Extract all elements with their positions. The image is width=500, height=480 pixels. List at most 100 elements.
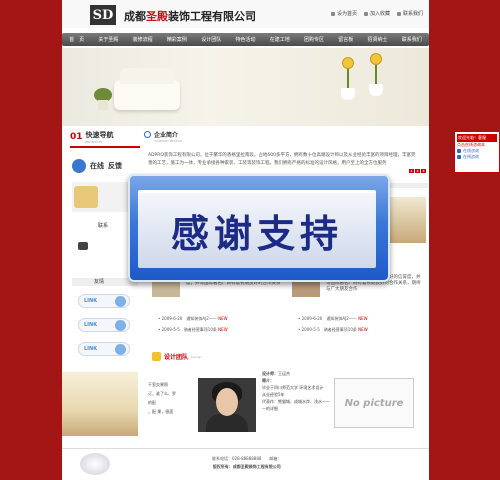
link-button[interactable]: LINK: [78, 318, 130, 332]
design-icon: [152, 352, 161, 361]
designer-info-value: 代表作：熊猫城、成城水岸、浅水——一的详细: [262, 399, 330, 411]
designer-photo[interactable]: [198, 378, 256, 432]
news-title: 通知装饰AJ2——: [326, 316, 357, 321]
footer-logo: [80, 453, 110, 475]
designer-info: 设计师：王运杰 简介： 毕业于四川师范大学 环境艺术设计 从业经验5年 代表作：…: [262, 370, 330, 412]
nav-item-process[interactable]: 装修流程: [133, 36, 153, 43]
list-item[interactable]: • 2009-5-5 骑者经营事项10条 NEW: [298, 324, 368, 335]
news-date: 2009-5-5: [161, 327, 180, 332]
about-title: 企业简介: [144, 130, 344, 139]
nav-item-about[interactable]: 关于圣殿: [98, 36, 118, 43]
float-item[interactable]: 在线咨询: [457, 154, 497, 160]
footer-text: 联系电话：028-88888888 邮箱： 版权所有：成都圣殿装饰工程有限公司: [212, 455, 281, 471]
top-links: 设为首页 加入收藏 联系我们: [330, 10, 423, 17]
link-bubble-icon: [115, 344, 126, 355]
banner-topiary-stem: [347, 68, 349, 90]
designer-info-line: 设计师：王运杰: [262, 370, 330, 377]
new-badge: NEW: [358, 327, 368, 332]
about-text: ADPRO装饰工程有限公司，位于繁华的香格里拉南段。占地600多平方，拥有数十位…: [148, 153, 416, 166]
no-picture-placeholder: No picture: [334, 378, 414, 428]
news-date: 2009-5-5: [301, 327, 320, 332]
nav-item-design-team[interactable]: 设计团队: [201, 36, 221, 43]
quick-nav-header: 01 快速导航 PRODUCTS: [70, 130, 140, 148]
designer-body: [206, 414, 248, 432]
news-title: 骑者经营事项10条: [183, 327, 217, 332]
designer-info-line: 从业经验5年: [262, 391, 330, 398]
banner-indicator[interactable]: 1: [409, 169, 414, 173]
new-badge: NEW: [358, 316, 368, 321]
thanks-popup[interactable]: 感谢支持: [128, 174, 390, 282]
interior-image[interactable]: [62, 372, 138, 436]
nav-item-home[interactable]: 首 页: [69, 36, 84, 43]
footer: 联系电话：028-88888888 邮箱： 版权所有：成都圣殿装饰工程有限公司: [62, 448, 429, 480]
news-date: 2009-6-20: [301, 316, 323, 321]
footer-line: 联系电话：028-88888888 邮箱：: [212, 456, 282, 461]
link-label: LINK: [84, 346, 98, 352]
banner-pot: [98, 100, 108, 110]
online-service-label: 在线: [90, 162, 104, 170]
list-item[interactable]: • 2009-5-5 骑者经营事项10条 NEW: [158, 324, 228, 335]
link-button[interactable]: LINK: [78, 342, 130, 356]
designer-info-value: 王运杰: [278, 371, 290, 376]
top-link-label: 加入收藏: [369, 11, 390, 17]
designer-info-line[interactable]: 代表作：熊猫城、成城水岸、浅水——一的详细: [262, 398, 330, 412]
mail-icon: [396, 11, 401, 16]
banner-sofa: [114, 68, 180, 110]
chat-icon: [72, 159, 86, 173]
designer-info-line: 毕业于四川师范大学 环境艺术设计: [262, 384, 330, 391]
chat-icon: [457, 149, 461, 153]
header-bar: SD 成都圣殿装饰工程有限公司 设为首页 加入收藏 联系我们: [62, 0, 429, 28]
design-caption: 干室交果照 订，谁了么、罗 的配 ，配 果，很面: [148, 380, 176, 416]
online-service-label-2: 反馈: [108, 162, 122, 170]
list-item[interactable]: • 2009-6-20 通知装饰AJ2—— NEW: [298, 313, 368, 324]
design-team-title: 设计团队 Design: [152, 352, 201, 361]
nav-item-contact[interactable]: 联系我们: [402, 36, 422, 43]
news-left-list: • 2009-6-20 通知装饰AJ2—— NEW • 2009-5-5 骑者经…: [158, 313, 228, 335]
nav-item-activities[interactable]: 特色活动: [235, 36, 255, 43]
link-bubble-icon: [115, 320, 126, 331]
top-link-contact[interactable]: 联系我们: [396, 10, 423, 17]
quick-nav-title: 快速导航: [85, 131, 114, 139]
thanks-popup-text: 感谢支持: [170, 212, 343, 256]
nav-item-jobs[interactable]: 招贤纳士: [368, 36, 388, 43]
nav-item-guestbook[interactable]: 留言板: [338, 36, 353, 43]
designer-info-value: 从业经验5年: [262, 392, 285, 397]
banner-indicator[interactable]: 2: [415, 169, 420, 173]
top-link-label: 设为首页: [336, 11, 357, 17]
case-thumbnail[interactable]: [388, 197, 426, 243]
top-link-home[interactable]: 设为首页: [330, 10, 357, 17]
link-label: LINK: [84, 298, 98, 304]
nav-item-group-buy[interactable]: 团购专区: [304, 36, 324, 43]
contact-label: 联系: [98, 223, 109, 229]
news-date: 2009-6-20: [161, 316, 183, 321]
link-button[interactable]: LINK: [78, 294, 130, 308]
quick-nav-number: 01: [70, 132, 83, 142]
list-item[interactable]: • 2009-6-20 通知装饰AJ2—— NEW: [158, 313, 228, 324]
phone-icon: [78, 242, 88, 250]
top-link-favorite[interactable]: 加入收藏: [363, 10, 390, 17]
new-badge: NEW: [218, 327, 228, 332]
banner-topiary: [343, 58, 353, 68]
company-logo[interactable]: SD: [90, 5, 116, 25]
design-caption-line: ，配 果，很面: [148, 409, 174, 414]
nav-item-cases[interactable]: 精彩案例: [167, 36, 187, 43]
banner-indicator[interactable]: 3: [421, 169, 426, 173]
banner-indicators: 1 2 3: [409, 169, 426, 173]
design-caption-line: 干室交果照: [148, 382, 168, 387]
designer-info-label: 简介：: [262, 378, 274, 383]
main-nav: 首 页 关于圣殿 装修流程 精彩案例 设计团队 特色活动 在建工地 团购专区 留…: [62, 33, 429, 46]
float-item-label: 在线咨询: [463, 154, 479, 159]
online-service-float[interactable]: 欢迎光临！客服 点击在线咨询本 在线咨询 在线咨询: [454, 131, 500, 173]
designer-info-label: 设计师：: [262, 371, 278, 376]
online-service[interactable]: 在线 反馈: [72, 156, 138, 176]
nav-item-sites[interactable]: 在建工地: [270, 36, 290, 43]
company-name-post: 装饰工程有限公司: [168, 10, 256, 23]
company-name: 成都圣殿装饰工程有限公司: [124, 8, 256, 24]
quick-nav-title-wrap: 快速导航 PRODUCTS: [86, 130, 114, 144]
links-label: 友情: [94, 279, 105, 285]
new-badge: NEW: [218, 316, 228, 321]
news-section: 多年的经营活动，在业内以其专业有良好的信誉度，并与国际著名厂商有着长期良好的合作…: [152, 275, 424, 345]
float-header: 欢迎光临！客服: [457, 134, 497, 142]
news-title: 通知装饰AJ2——: [186, 316, 217, 321]
news-title: 骑者经营事项10条: [323, 327, 357, 332]
